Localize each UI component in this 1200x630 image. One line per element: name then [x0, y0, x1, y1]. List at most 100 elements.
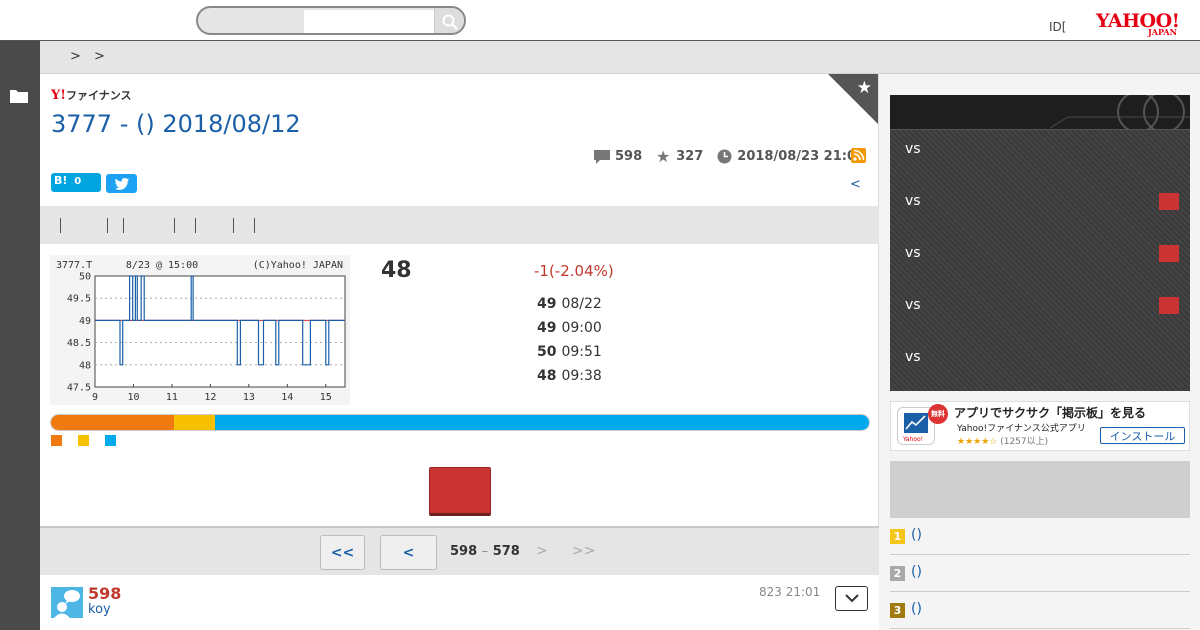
ranking-item[interactable]: 2 (): [890, 555, 1190, 592]
thread-stats: 598 ★ 327 2018/08/23 21:01: [593, 147, 865, 166]
range-end: 578: [492, 544, 520, 559]
chart-y-tick-label: 49: [79, 316, 91, 327]
rss-icon[interactable]: [851, 148, 866, 163]
hatena-bookmark-button[interactable]: B! 0: [51, 173, 101, 192]
tab-divider: [60, 218, 61, 233]
twitter-share-button[interactable]: [106, 174, 137, 193]
sentiment-segment: [51, 415, 174, 430]
prev-page-button[interactable]: <: [380, 535, 437, 570]
banner-title: アプリでサクサク「掲示板」を見る: [954, 406, 1147, 420]
twitter-icon: [114, 177, 129, 190]
game-status-marker: [1159, 297, 1179, 314]
id-login-link[interactable]: ID[: [1049, 20, 1066, 34]
svg-text:Yahoo!: Yahoo!: [902, 436, 923, 443]
vote-button[interactable]: [429, 467, 491, 516]
chart-time-label: 8/23 @ 15:00: [126, 260, 198, 271]
ranking-link[interactable]: (): [911, 601, 922, 617]
comment-count: 598: [615, 149, 643, 164]
legend-swatch-sell: [105, 435, 116, 446]
sidebar: vs vs vs vs vs Yahoo! 無料 アプリでサクサク「掲示板」を見…: [879, 74, 1200, 630]
rank-badge: 1: [890, 529, 905, 544]
star-outline-icon: ★: [655, 147, 671, 166]
legend-swatch-buy: [78, 435, 89, 446]
banner-rating: ★★★★☆ (1257以上): [957, 434, 1048, 447]
tab-divider: [195, 218, 196, 233]
tab-divider: [174, 218, 175, 233]
free-badge: 無料: [928, 404, 948, 424]
game-matchup[interactable]: vs: [905, 193, 921, 209]
hatena-label: B!: [54, 174, 68, 187]
chart-y-tick-label: 48: [79, 360, 91, 371]
first-page-button[interactable]: <<: [320, 535, 365, 570]
sentiment-segment: [173, 415, 215, 430]
ranking-link[interactable]: (): [911, 564, 922, 580]
sentiment-segment: [214, 415, 869, 430]
search-input[interactable]: [304, 10, 434, 33]
price-row-time: 09:51: [561, 344, 602, 360]
star-icon[interactable]: ★: [857, 78, 872, 98]
price-row-time: 09:00: [561, 320, 602, 336]
price-row-value: 50: [537, 344, 557, 360]
breadcrumb: > >: [40, 41, 1200, 74]
search-button[interactable]: [434, 8, 464, 33]
search-box: [196, 6, 466, 35]
chart-svg: 3777.T 8/23 @ 15:00 (C)Yahoo! JAPAN 50 49.5 4…: [56, 260, 346, 403]
price-row-time: 09:38: [561, 368, 602, 384]
banner-subtitle: Yahoo!ファイナンス公式アプリ: [957, 424, 1086, 434]
ranking-item[interactable]: 1 (): [890, 518, 1190, 555]
post-date: 823 21:01: [759, 585, 821, 599]
brand-name: ファイナンス: [66, 89, 132, 102]
game-matchup[interactable]: vs: [905, 297, 921, 313]
left-rail: [0, 41, 40, 630]
page: ID[ YAHOO! JAPAN > > Y!ファイナンス 3777 - () …: [0, 0, 1200, 630]
finance-brand[interactable]: Y!ファイナンス: [51, 87, 132, 103]
chart-y-tick-label: 49.5: [67, 294, 91, 305]
tab-divider: [233, 218, 234, 233]
game-status-marker: [1159, 245, 1179, 262]
post-user[interactable]: koy: [88, 602, 111, 617]
current-price: 48: [381, 258, 412, 283]
install-button[interactable]: インストール: [1100, 427, 1185, 444]
chart-x-tick-label: 15: [320, 392, 332, 403]
ranking-link[interactable]: (): [911, 527, 922, 543]
brand-mark: Y!: [51, 88, 66, 103]
page-title: 3777 - () 2018/08/12: [51, 110, 301, 138]
post-menu-button[interactable]: [835, 586, 868, 611]
chart-x-tick-label: 12: [204, 392, 216, 403]
price-row: 50 09:51: [537, 344, 602, 360]
breadcrumb-separator: >: [70, 49, 81, 64]
rating-count: (1257以上): [1000, 437, 1049, 447]
last-page-button[interactable]: >>: [572, 543, 595, 559]
price-row: 49 09:00: [537, 320, 602, 336]
tab-divider: [254, 218, 255, 233]
ad-placeholder: [890, 461, 1190, 518]
logo-sub-text: JAPAN: [1148, 27, 1177, 37]
tab-divider: [123, 218, 124, 233]
post-number[interactable]: 598: [88, 584, 121, 603]
main-content: Y!ファイナンス 3777 - () 2018/08/12 ★ 598 ★ 32…: [40, 74, 879, 630]
price-row-time: 08/22: [561, 296, 602, 312]
rank-badge: 2: [890, 566, 905, 581]
previous-thread-link[interactable]: <: [850, 177, 861, 192]
folder-icon[interactable]: [10, 89, 28, 103]
baseball-scoreboard[interactable]: vs vs vs vs vs: [890, 95, 1190, 391]
breadcrumb-separator: >: [94, 49, 105, 64]
game-matchup[interactable]: vs: [905, 141, 921, 157]
pagination: << < 598 – 578 > >>: [40, 526, 879, 575]
avatar[interactable]: [51, 587, 83, 618]
price-row: 48 09:38: [537, 368, 602, 384]
thread-datetime: 2018/08/23 21:01: [737, 149, 866, 164]
ranking-item[interactable]: 3 (): [890, 592, 1190, 629]
yahoo-japan-logo[interactable]: YAHOO! JAPAN: [1096, 10, 1188, 37]
price-row-value: 48: [537, 368, 557, 384]
chart-copyright-label: (C)Yahoo! JAPAN: [253, 260, 343, 271]
hatena-count: 0: [74, 176, 82, 187]
legend-swatch-strong-buy: [51, 435, 62, 446]
game-matchup[interactable]: vs: [905, 349, 921, 365]
app-banner[interactable]: Yahoo! 無料 アプリでサクサク「掲示板」を見る Yahoo!ファイナンス公…: [890, 401, 1190, 451]
next-page-button[interactable]: >: [536, 543, 548, 559]
sentiment-bar: [50, 414, 870, 431]
game-matchup[interactable]: vs: [905, 245, 921, 261]
rating-stars: ★★★★☆: [957, 437, 998, 447]
chart-x-tick-label: 13: [243, 392, 255, 403]
